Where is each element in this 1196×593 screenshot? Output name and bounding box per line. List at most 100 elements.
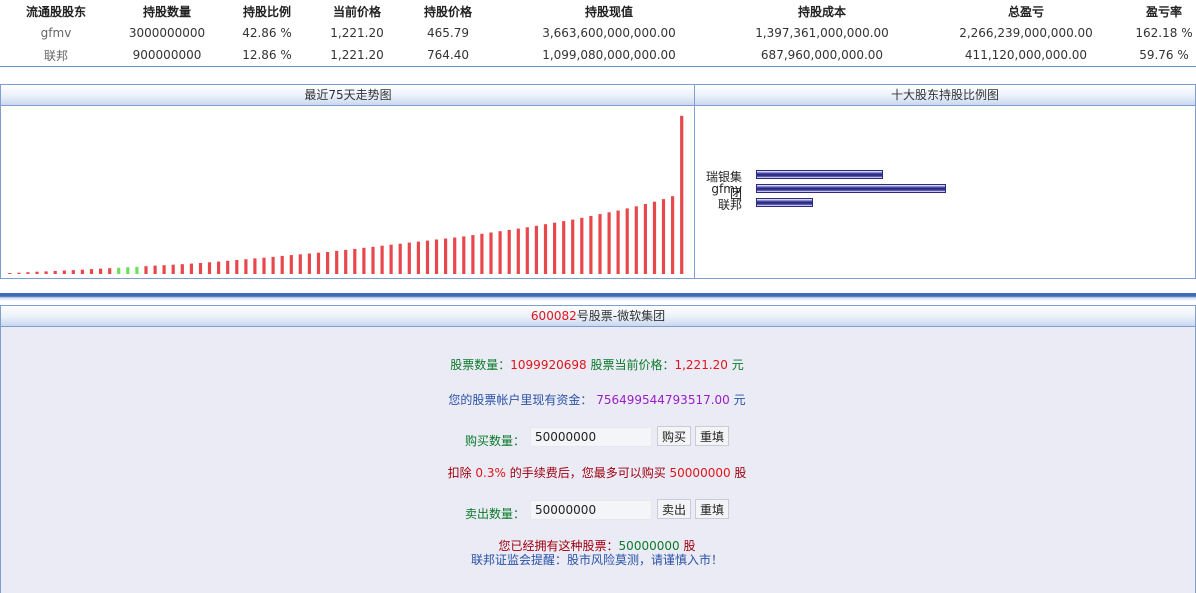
trend-bar (425, 240, 430, 274)
holder-name: 联邦 (43, 48, 68, 63)
col-header-quantity: 持股数量 (142, 4, 191, 19)
trend-bar (8, 273, 12, 274)
holder-pnl-rate: 59.76 % (1139, 48, 1189, 62)
buy-button[interactable]: 购买 (657, 426, 691, 446)
trend-bar (326, 252, 330, 274)
trend-bar (344, 249, 348, 274)
trend-bar (680, 115, 684, 274)
col-header-present-value: 持股现值 (584, 4, 633, 19)
panel-divider (694, 84, 695, 278)
holder-cost: 1,397,361,000,000.00 (755, 26, 889, 40)
col-header-total-pnl: 总盈亏 (1007, 4, 1044, 19)
holder-hold-price: 465.79 (427, 26, 469, 40)
trend-bar (62, 270, 66, 274)
trend-bar (652, 201, 657, 274)
price-value: 1,221.20 (674, 358, 728, 372)
fee-suffix: 股 (730, 466, 747, 480)
trend-bar (244, 259, 248, 274)
trend-bar (516, 228, 520, 274)
trend-bar (207, 262, 212, 274)
trend-bar (53, 270, 57, 274)
trend-bar (280, 255, 284, 274)
trend-bar (525, 227, 529, 274)
trend-bar (489, 232, 493, 274)
trend-bar (35, 271, 39, 274)
trend-bar (44, 271, 48, 274)
holder-present-value: 3,663,600,000,000.00 (542, 26, 676, 40)
holder-current-price: 1,221.20 (330, 26, 384, 40)
fee-notice: 扣除 0.3% 的手续费后，您最多可以购买 50000000 股 (0, 464, 1194, 481)
holders-table: 流通股股东 持股数量 持股比例 当前价格 持股价格 持股现值 持股成本 总盈亏 … (0, 0, 1196, 66)
trend-bar (271, 256, 275, 274)
trend-bar (117, 267, 121, 274)
trend-bar (616, 210, 620, 274)
holder-hold-price: 764.40 (427, 48, 469, 62)
trend-bar (453, 237, 457, 274)
trend-bar (625, 208, 629, 274)
trend-bar (162, 265, 166, 274)
table-row: 联邦 900000000 12.86 % 1,221.20 764.40 1,0… (0, 44, 1196, 66)
trend-chart-title: 最近75天走势图 (0, 84, 695, 106)
trend-bar (498, 231, 502, 274)
holder-total-pnl: 411,120,000,000.00 (964, 48, 1088, 62)
trend-bar (171, 264, 175, 274)
holder-ratio: 12.86 % (242, 48, 292, 62)
funds-value: 756499544793517.00 (596, 393, 730, 407)
trend-bar (108, 268, 112, 274)
fee-prefix: 扣除 (447, 466, 476, 480)
trend-bar (398, 243, 402, 274)
trend-bar (562, 221, 566, 274)
stock-code: 600082 (530, 309, 577, 323)
holder-pnl-rate: 162.18 % (1135, 26, 1193, 40)
holder-present-value: 1,099,080,000,000.00 (542, 48, 676, 62)
col-header-cost: 持股成本 (797, 4, 846, 19)
trend-bar (462, 236, 466, 274)
section-divider (0, 293, 1196, 301)
holder-ratio: 42.86 % (242, 26, 292, 40)
risk-warning: 联邦证监会提醒：股市风险莫测，请谨慎入市！ (470, 553, 723, 567)
sell-reset-button[interactable]: 重填 (695, 499, 729, 519)
stock-title: 600082号股票-微软集团 (0, 305, 1196, 327)
buy-reset-button[interactable]: 重填 (695, 426, 729, 446)
stock-info-line: 股票数量：1099920698 股票当前价格：1,221.20 元 (0, 356, 1194, 373)
holders-header-row: 流通股股东 持股数量 持股比例 当前价格 持股价格 持股现值 持股成本 总盈亏 … (0, 0, 1196, 22)
sell-quantity-input[interactable] (530, 500, 652, 520)
buy-quantity-input[interactable] (530, 427, 652, 447)
trend-bar (434, 239, 439, 274)
trend-bar (17, 272, 21, 274)
stock-title-text: 号股票-微软集团 (576, 309, 666, 323)
holder-quantity: 900000000 (132, 48, 202, 62)
trend-bar (253, 258, 257, 274)
holding-chart: 瑞银集团 gfmv 联邦 (696, 106, 1194, 276)
trend-bar (198, 263, 203, 274)
trend-bar (671, 196, 675, 274)
sell-quantity-label: 卖出数量： (465, 507, 526, 521)
holding-bar (756, 198, 813, 207)
trend-bar (598, 214, 602, 274)
trend-bar (543, 224, 548, 274)
quantity-label: 股票数量： (450, 358, 511, 372)
trend-bar (71, 270, 75, 274)
trend-bar (534, 225, 538, 274)
trend-bar (307, 253, 311, 274)
trend-bar (416, 241, 420, 274)
trend-bar (126, 267, 130, 274)
col-header-hold-price: 持股价格 (423, 4, 472, 19)
buy-quantity-label: 购买数量： (465, 434, 526, 448)
holder-quantity: 3000000000 (128, 26, 206, 40)
fee-middle-text: 的手续费后，您最多可以购买 (505, 466, 670, 480)
col-header-current-price: 当前价格 (332, 4, 381, 19)
trend-bar (634, 206, 638, 274)
trend-bar (380, 245, 384, 274)
trend-bar (353, 248, 357, 274)
trend-bar (262, 257, 266, 274)
funds-line: 您的股票帐户里现有资金： 756499544793517.00 元 (0, 391, 1194, 408)
holding-label: 联邦 (717, 198, 742, 212)
holder-total-pnl: 2,266,239,000,000.00 (959, 26, 1093, 40)
sell-button[interactable]: 卖出 (657, 499, 691, 519)
trend-bar (362, 247, 366, 274)
trend-bar (480, 233, 484, 274)
trend-bar (607, 212, 611, 274)
trend-bar (389, 244, 393, 274)
trend-bar (580, 217, 584, 274)
